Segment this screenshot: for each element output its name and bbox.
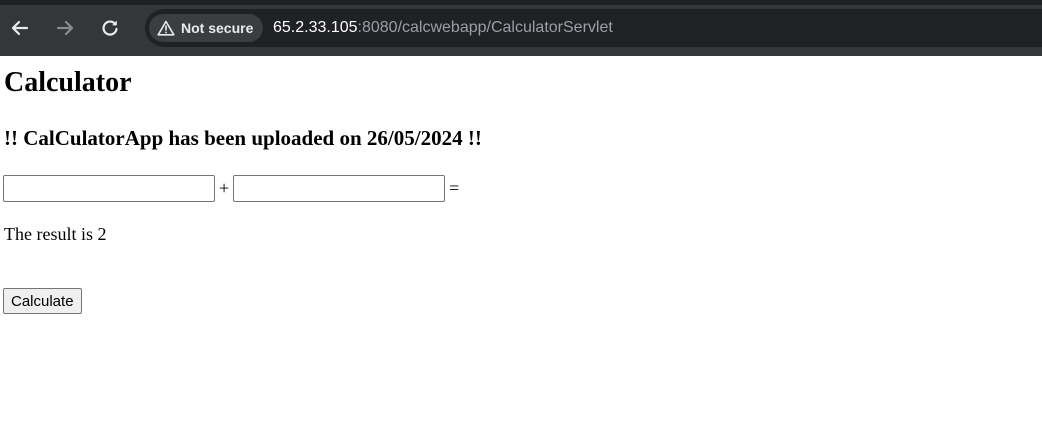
second-number-input[interactable] — [233, 175, 446, 202]
page-title: Calculator — [4, 67, 132, 98]
security-indicator[interactable]: Not secure — [149, 14, 264, 42]
reload-icon — [102, 20, 118, 36]
arrow-right-icon — [56, 20, 74, 36]
upload-notice: !! CalCulatorApp has been uploaded on 26… — [4, 126, 482, 150]
warning-triangle-icon — [157, 20, 175, 36]
url-path: :8080/calcwebapp/CalculatorServlet — [357, 19, 613, 36]
result-text: The result is 2 — [4, 224, 107, 244]
url-text[interactable]: 65.2.33.105:8080/calcwebapp/CalculatorSe… — [273, 19, 613, 37]
page-content: Calculator !! CalCulatorApp has been upl… — [0, 56, 1042, 443]
arrow-left-icon — [11, 20, 29, 36]
address-bar[interactable]: Not secure 65.2.33.105:8080/calcwebapp/C… — [145, 9, 1042, 47]
forward-button[interactable] — [51, 14, 79, 42]
plus-sign: + — [219, 178, 230, 198]
equals-sign: = — [449, 178, 460, 198]
security-label: Not secure — [181, 20, 254, 36]
calculate-button[interactable]: Calculate — [3, 288, 82, 314]
reload-button[interactable] — [96, 14, 124, 42]
back-button[interactable] — [6, 14, 34, 42]
url-host: 65.2.33.105 — [273, 19, 358, 36]
first-number-input[interactable] — [3, 175, 215, 202]
calculator-form: + = — [3, 175, 463, 202]
browser-toolbar: Not secure 65.2.33.105:8080/calcwebapp/C… — [0, 0, 1042, 56]
